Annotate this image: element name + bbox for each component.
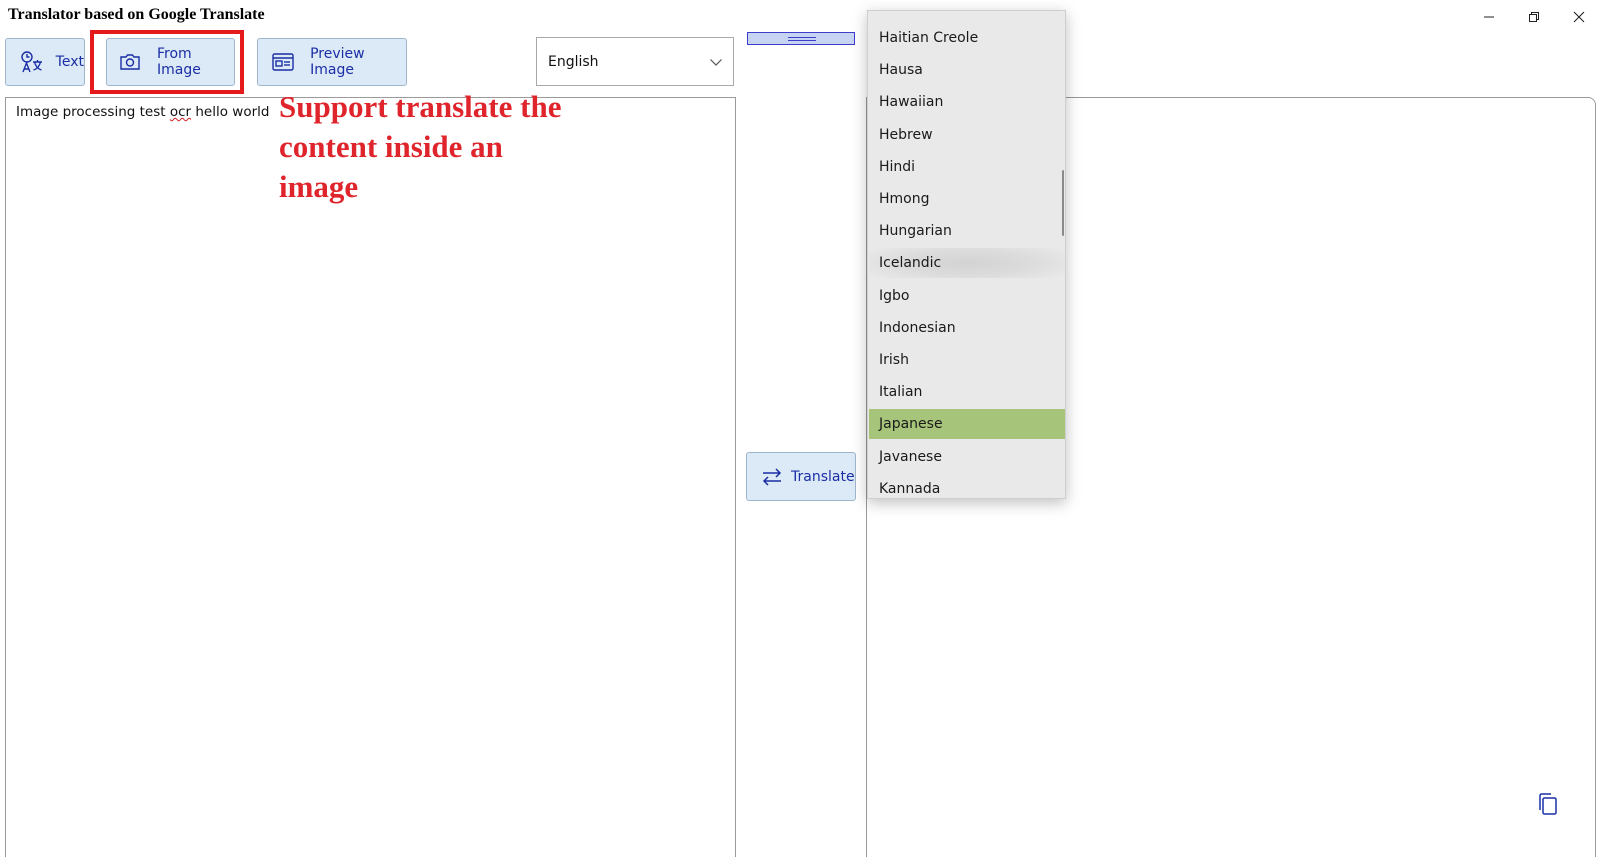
window-title: Translator based on Google Translate — [8, 6, 265, 23]
copy-icon — [1539, 793, 1557, 815]
list-item[interactable]: Hawaiian — [869, 87, 1065, 117]
close-icon — [1573, 11, 1585, 23]
text-mode-label: Text — [55, 54, 84, 70]
chevron-down-icon — [710, 59, 722, 66]
minimize-button[interactable] — [1473, 6, 1505, 28]
text-translate-icon — [18, 48, 46, 76]
list-item[interactable]: Japanese — [869, 409, 1065, 440]
splitter-handle[interactable] — [747, 32, 855, 45]
preview-image-icon — [270, 48, 296, 76]
restore-button[interactable] — [1518, 6, 1550, 28]
copy-button[interactable] — [1536, 792, 1562, 818]
list-item[interactable]: Hmong — [869, 184, 1065, 214]
swap-arrows-icon — [760, 465, 784, 489]
list-item[interactable]: Hausa — [869, 55, 1065, 85]
list-item[interactable]: Gujarati — [869, 11, 1065, 19]
list-item[interactable]: Icelandic — [869, 248, 1065, 279]
list-item[interactable]: Kannada — [869, 474, 1065, 498]
translate-button[interactable]: Translate — [746, 452, 856, 501]
feature-annotation: Support translate the content inside an … — [279, 89, 562, 204]
highlight-box — [90, 30, 244, 94]
source-text-area[interactable]: Image processing test ocr hello world — [5, 97, 736, 857]
close-button[interactable] — [1563, 6, 1595, 28]
text-mode-button[interactable]: Text — [5, 38, 85, 86]
source-language-select[interactable]: English — [536, 37, 734, 86]
list-item[interactable]: Javanese — [869, 442, 1065, 472]
preview-image-button[interactable]: Preview Image — [257, 38, 407, 86]
restore-icon — [1529, 12, 1539, 22]
list-item[interactable]: Italian — [869, 377, 1065, 407]
list-item[interactable]: Igbo — [869, 281, 1065, 311]
list-item[interactable]: Hebrew — [869, 120, 1065, 150]
dropdown-scrollbar-thumb[interactable] — [1062, 170, 1064, 236]
source-text: Image processing test ocr hello world — [16, 104, 270, 120]
list-item[interactable]: Haitian Creole — [869, 23, 1065, 53]
selected-language: English — [548, 53, 599, 70]
list-item[interactable]: Irish — [869, 345, 1065, 375]
list-item[interactable]: Hungarian — [869, 216, 1065, 246]
preview-image-label: Preview Image — [310, 46, 365, 78]
list-item[interactable]: Hindi — [869, 152, 1065, 182]
grip-line — [788, 37, 816, 38]
misspelled-word: ocr — [169, 104, 192, 120]
minimize-icon — [1484, 16, 1494, 18]
list-item[interactable]: Indonesian — [869, 313, 1065, 343]
grip-line — [788, 40, 816, 41]
translate-label: Translate — [791, 468, 855, 485]
language-dropdown-list[interactable]: Gujarati Haitian CreoleHausaHawaiianHebr… — [867, 10, 1066, 499]
